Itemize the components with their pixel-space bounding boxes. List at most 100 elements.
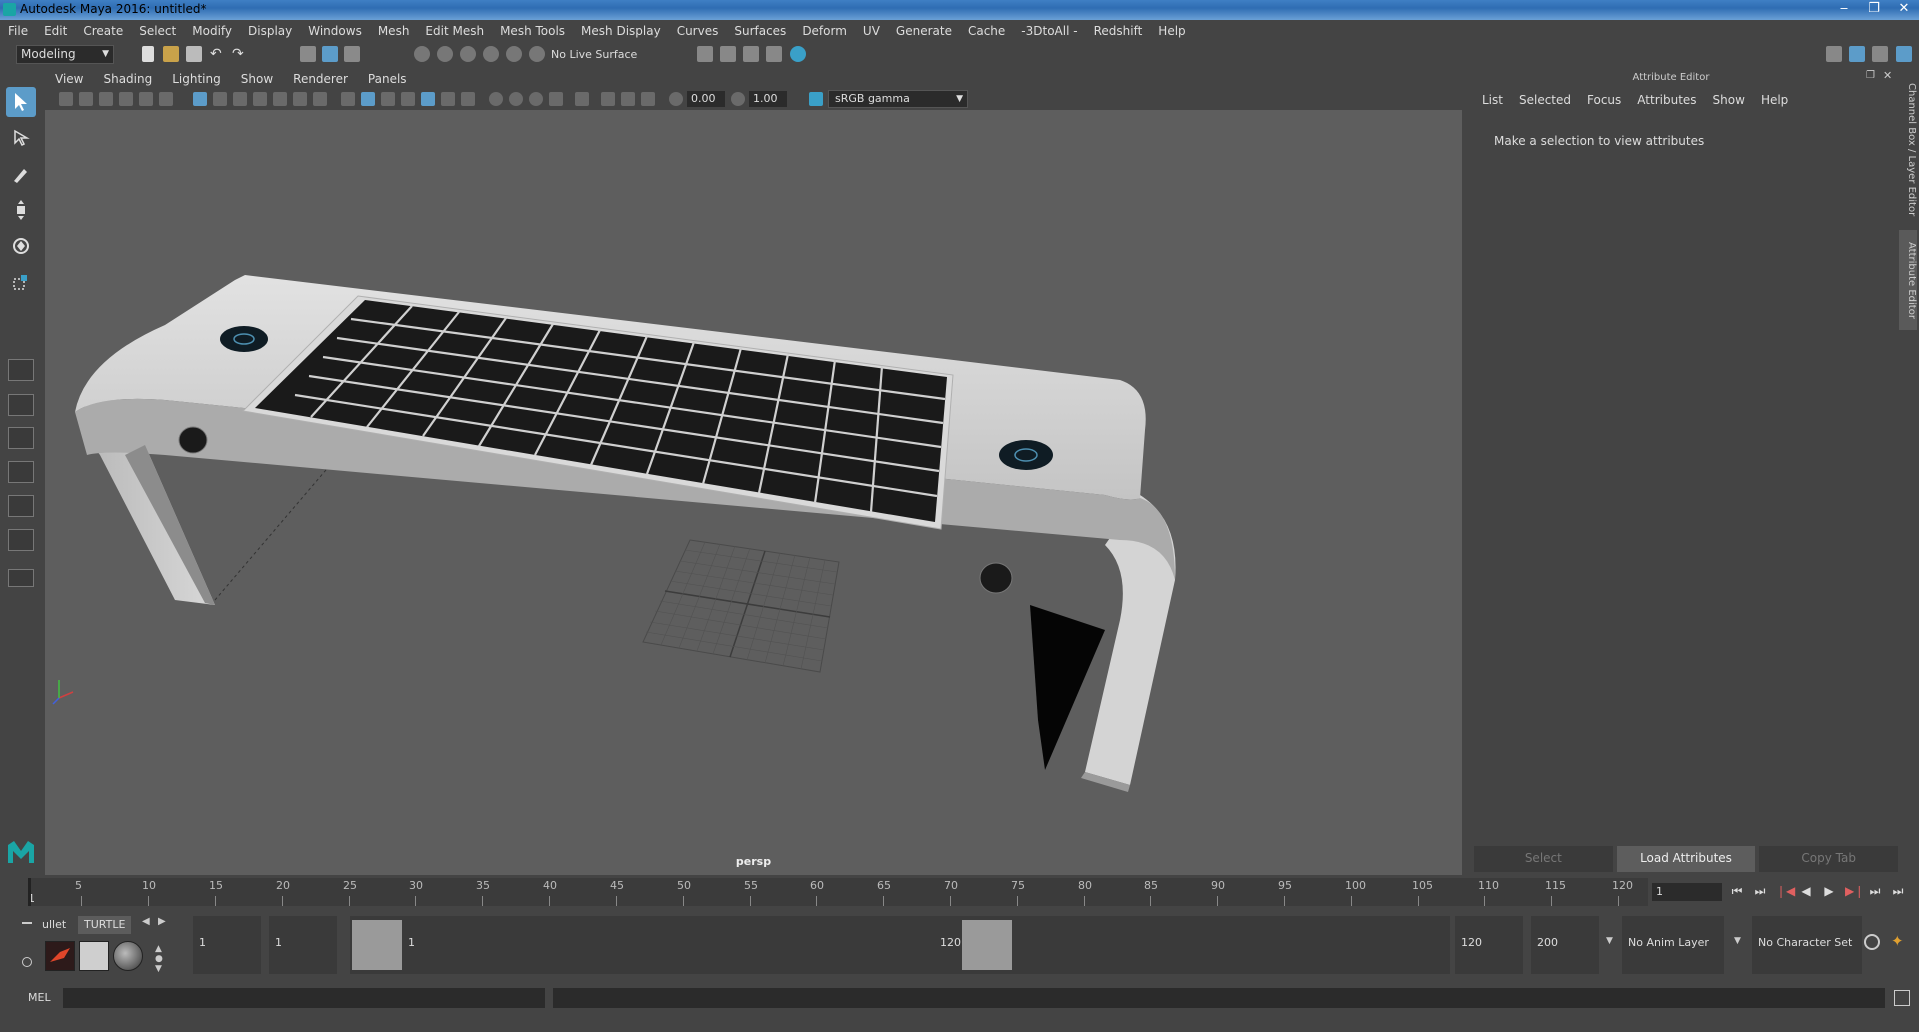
attribute-editor-tab[interactable]: Attribute Editor	[1899, 230, 1917, 330]
wireframe-icon[interactable]	[341, 92, 355, 106]
playback-end-field[interactable]: 120	[1455, 916, 1523, 974]
viewport-menu-panels[interactable]: Panels	[358, 72, 417, 86]
grid-icon[interactable]	[193, 92, 207, 106]
play-forwards-icon[interactable]: ▶	[1822, 884, 1836, 898]
snap-view-plane-icon[interactable]	[483, 46, 499, 62]
anim-layer-dropdown[interactable]: No Anim Layer	[1622, 916, 1724, 974]
textured-icon[interactable]	[421, 92, 435, 106]
gamma-icon[interactable]	[731, 92, 745, 106]
modeling-toolkit-icon[interactable]	[1826, 46, 1842, 62]
attr-menu-show[interactable]: Show	[1705, 93, 1753, 107]
rotate-tool[interactable]	[6, 231, 36, 261]
redo-icon[interactable]: ↷	[232, 46, 248, 62]
image-plane-icon[interactable]	[119, 92, 133, 106]
undo-icon[interactable]: ↶	[210, 46, 226, 62]
depth-of-field-icon[interactable]	[549, 92, 563, 106]
menu-set-dropdown[interactable]: Modeling ▼	[16, 45, 114, 64]
color-management-icon[interactable]	[809, 92, 823, 106]
command-language-label[interactable]: MEL	[28, 991, 51, 1004]
resolution-gate-icon[interactable]	[233, 92, 247, 106]
menu-help[interactable]: Help	[1150, 24, 1193, 38]
menu-mesh-tools[interactable]: Mesh Tools	[492, 24, 573, 38]
time-slider[interactable]: 1 5 10 15 20 25 30 35 40 45 50 55 60 65 70 75 80 85 90 95 1…	[0, 876, 1919, 908]
attr-menu-attributes[interactable]: Attributes	[1629, 93, 1704, 107]
step-forward-key-icon[interactable]: ▶❘	[1845, 884, 1864, 898]
shelf-settings-icon[interactable]	[22, 957, 32, 967]
go-to-end-icon[interactable]: ⏭	[1891, 884, 1905, 898]
wireframe-on-shaded-icon[interactable]	[401, 92, 415, 106]
range-start-handle[interactable]	[352, 920, 402, 970]
new-scene-icon[interactable]	[142, 46, 154, 62]
float-panel-icon[interactable]: ❐	[1866, 70, 1875, 81]
close-button[interactable]: ✕	[1895, 1, 1913, 16]
attr-menu-list[interactable]: List	[1474, 93, 1511, 107]
current-time-indicator[interactable]	[28, 878, 31, 906]
menu-redshift[interactable]: Redshift	[1086, 24, 1151, 38]
four-view-layout-button[interactable]	[8, 394, 34, 416]
script-editor-icon[interactable]	[1894, 990, 1910, 1006]
turtle-shader-icon[interactable]	[113, 941, 143, 971]
turtle-bake-icon[interactable]	[45, 941, 75, 971]
auto-key-icon[interactable]	[1864, 934, 1880, 950]
multisample-aa-icon[interactable]	[529, 92, 543, 106]
persp-graph-layout-button[interactable]	[8, 461, 34, 483]
menu-3dtoall[interactable]: -3DtoAll -	[1013, 24, 1085, 38]
single-perspective-layout-button[interactable]	[8, 359, 34, 381]
snap-grid-icon[interactable]	[414, 46, 430, 62]
minimize-button[interactable]: ‒	[1835, 1, 1853, 16]
open-scene-icon[interactable]	[163, 46, 179, 62]
ipr-render-icon[interactable]	[743, 46, 759, 62]
xray-joints-icon[interactable]	[641, 92, 655, 106]
play-backwards-icon[interactable]: ◀	[1799, 884, 1813, 898]
camera-attributes-icon[interactable]	[79, 92, 93, 106]
lasso-tool[interactable]	[6, 123, 36, 153]
shelf-scroll-right-icon[interactable]: ▶	[158, 916, 166, 927]
save-scene-icon[interactable]	[186, 46, 202, 62]
copy-tab-button[interactable]: Copy Tab	[1759, 846, 1899, 872]
gamma-field[interactable]: 1.00	[749, 91, 787, 107]
xray-icon[interactable]	[601, 92, 615, 106]
go-to-start-icon[interactable]: ⏮	[1730, 884, 1744, 898]
scale-tool[interactable]	[6, 267, 36, 297]
shadows-icon[interactable]	[461, 92, 475, 106]
step-forward-icon[interactable]: ⏭	[1868, 884, 1882, 898]
menu-mesh[interactable]: Mesh	[370, 24, 418, 38]
select-hierarchy-icon[interactable]	[300, 46, 316, 62]
menu-edit[interactable]: Edit	[36, 24, 75, 38]
safe-action-icon[interactable]	[293, 92, 307, 106]
perspective-viewport[interactable]: persp	[45, 110, 1462, 875]
snap-edge-icon[interactable]	[529, 46, 545, 62]
attr-menu-help[interactable]: Help	[1753, 93, 1796, 107]
shelf-scroll-arrows-icon[interactable]: ▲ ● ▼	[155, 944, 163, 974]
smooth-shade-icon[interactable]	[361, 92, 375, 106]
time-ruler[interactable]: 1 5 10 15 20 25 30 35 40 45 50 55 60 65 70 75 80 85 90 95 1…	[28, 878, 1648, 906]
current-frame-field[interactable]: 1	[1652, 883, 1722, 901]
two-d-pan-icon[interactable]	[139, 92, 153, 106]
menu-deform[interactable]: Deform	[794, 24, 855, 38]
menu-generate[interactable]: Generate	[888, 24, 960, 38]
maximize-button[interactable]: ❐	[1865, 1, 1883, 16]
command-input[interactable]	[63, 988, 545, 1008]
safe-title-icon[interactable]	[313, 92, 327, 106]
menu-display[interactable]: Display	[240, 24, 300, 38]
channel-box-tab[interactable]: Channel Box / Layer Editor	[1899, 80, 1917, 220]
xray-active-components-icon[interactable]	[621, 92, 635, 106]
default-material-icon[interactable]	[381, 92, 395, 106]
chevron-down-icon[interactable]: ▼	[1606, 936, 1613, 946]
menu-modify[interactable]: Modify	[184, 24, 240, 38]
menu-surfaces[interactable]: Surfaces	[726, 24, 794, 38]
hypershade-layout-button[interactable]	[8, 529, 34, 551]
isolate-select-icon[interactable]	[575, 92, 589, 106]
viewport-menu-lighting[interactable]: Lighting	[162, 72, 231, 86]
menu-create[interactable]: Create	[75, 24, 131, 38]
layout-options-button[interactable]	[8, 569, 34, 587]
field-chart-icon[interactable]	[273, 92, 287, 106]
viewport-menu-renderer[interactable]: Renderer	[283, 72, 358, 86]
playback-start-field[interactable]: 1	[269, 916, 337, 974]
animation-preferences-icon[interactable]: ✦	[1891, 932, 1909, 950]
range-slider-track[interactable]: 1 120	[350, 916, 1450, 974]
viewport-menu-view[interactable]: View	[45, 72, 93, 86]
range-end-handle[interactable]	[962, 920, 1012, 970]
view-transform-dropdown[interactable]: sRGB gamma ▼	[828, 90, 968, 108]
menu-edit-mesh[interactable]: Edit Mesh	[417, 24, 492, 38]
